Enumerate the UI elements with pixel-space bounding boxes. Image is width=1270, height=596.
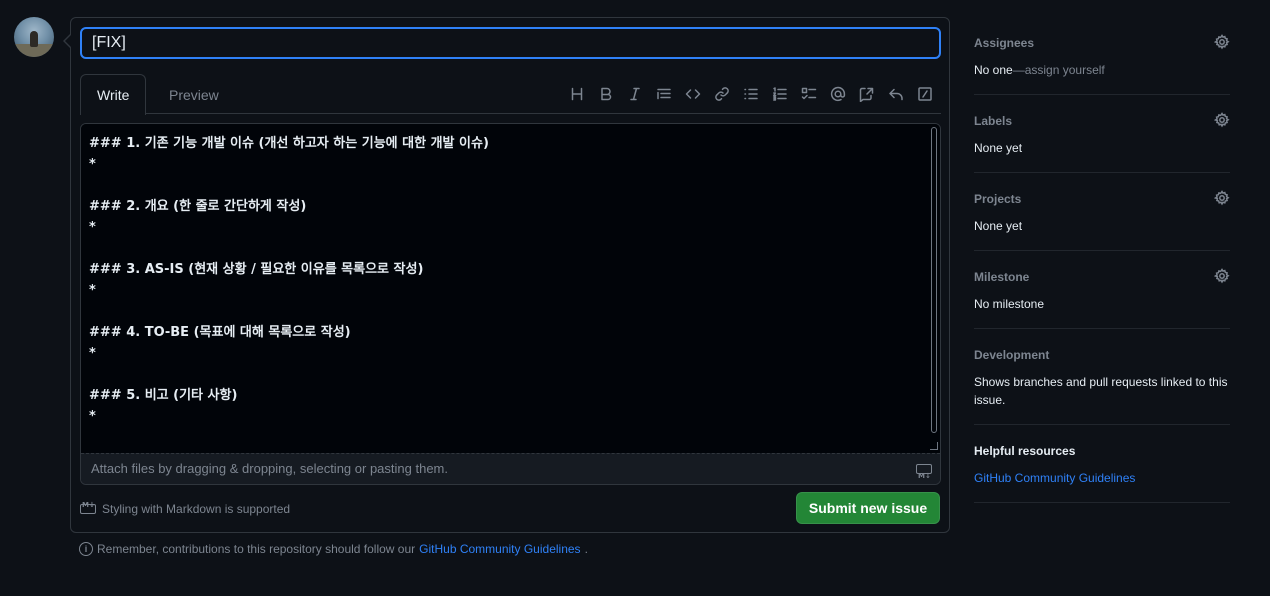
attach-text: Attach files by dragging & dropping, sel… [91,461,448,476]
milestone-heading: Milestone [974,270,1030,284]
quote-icon[interactable] [649,84,678,104]
notice-suffix: . [584,542,588,556]
submit-issue-button[interactable]: Submit new issue [796,492,940,524]
markdown-note[interactable]: Styling with Markdown is supported [80,501,291,516]
file-attachment-area[interactable]: Attach files by dragging & dropping, sel… [81,453,940,484]
milestone-gear-icon[interactable] [1213,268,1230,284]
milestone-value: No milestone [974,297,1045,311]
ordered-list-icon[interactable] [765,84,794,104]
editor: ### 1. 기존 기능 개발 이슈 (개선 하고자 하는 기능에 대한 개발 … [80,123,941,485]
projects-heading: Projects [974,192,1022,206]
labels-value: None yet [974,141,1023,155]
markdown-toolbar [562,84,939,104]
labels-gear-icon[interactable] [1213,112,1230,128]
user-avatar [14,17,54,57]
assign-yourself-link[interactable]: assign yourself [1025,63,1105,77]
helpful-resources-section: Helpful resources GitHub Community Guide… [974,425,1230,503]
editor-scrollbar[interactable] [931,127,937,433]
markdown-note-text: Styling with Markdown is supported [102,502,291,516]
mention-icon[interactable] [823,84,852,104]
assignees-value: No one [974,63,1013,77]
markdown-icon [916,461,932,484]
italic-icon[interactable] [620,84,649,104]
projects-section: Projects None yet [974,173,1230,251]
heading-icon[interactable] [562,84,591,104]
assignees-dash: — [1012,63,1025,77]
development-section: Development Shows branches and pull requ… [974,329,1230,425]
milestone-section: Milestone No milestone [974,251,1230,329]
tab-write[interactable]: Write [80,74,147,115]
slash-command-icon[interactable] [910,84,939,104]
issue-form: Write Preview ### 1. 기존 기능 개발 이슈 (개선 하고자… [63,17,950,533]
notice-prefix: Remember, contributions to this reposito… [97,542,416,556]
link-icon[interactable] [707,84,736,104]
editor-tabs: Write Preview [80,74,941,115]
markdown-icon [80,501,96,514]
issue-title-input[interactable] [80,27,941,59]
assignees-gear-icon[interactable] [1213,34,1230,50]
development-heading: Development [974,348,1050,362]
assignees-section: Assignees No one—assign yourself [974,17,1230,95]
community-guidelines-link[interactable]: GitHub Community Guidelines [419,542,580,556]
resize-handle-icon[interactable] [930,442,938,450]
bold-icon[interactable] [591,84,620,104]
saved-reply-icon[interactable] [881,84,910,104]
labels-section: Labels None yet [974,95,1230,173]
issue-body-textarea[interactable]: ### 1. 기존 기능 개발 이슈 (개선 하고자 하는 기능에 대한 개발 … [81,124,940,454]
sidebar-guidelines-link[interactable]: GitHub Community Guidelines [974,471,1135,485]
task-list-icon[interactable] [794,84,823,104]
contribution-notice: i Remember, contributions to this reposi… [79,542,588,556]
labels-heading: Labels [974,114,1013,128]
cross-reference-icon[interactable] [852,84,881,104]
projects-gear-icon[interactable] [1213,190,1230,206]
helpful-resources-heading: Helpful resources [974,444,1076,458]
tab-preview[interactable]: Preview [152,74,236,114]
issue-sidebar: Assignees No one—assign yourself Labels … [974,17,1230,503]
projects-value: None yet [974,219,1023,233]
assignees-heading: Assignees [974,36,1035,50]
code-icon[interactable] [678,84,707,104]
development-value: Shows branches and pull requests linked … [974,375,1228,407]
unordered-list-icon[interactable] [736,84,765,104]
info-icon: i [79,542,93,556]
